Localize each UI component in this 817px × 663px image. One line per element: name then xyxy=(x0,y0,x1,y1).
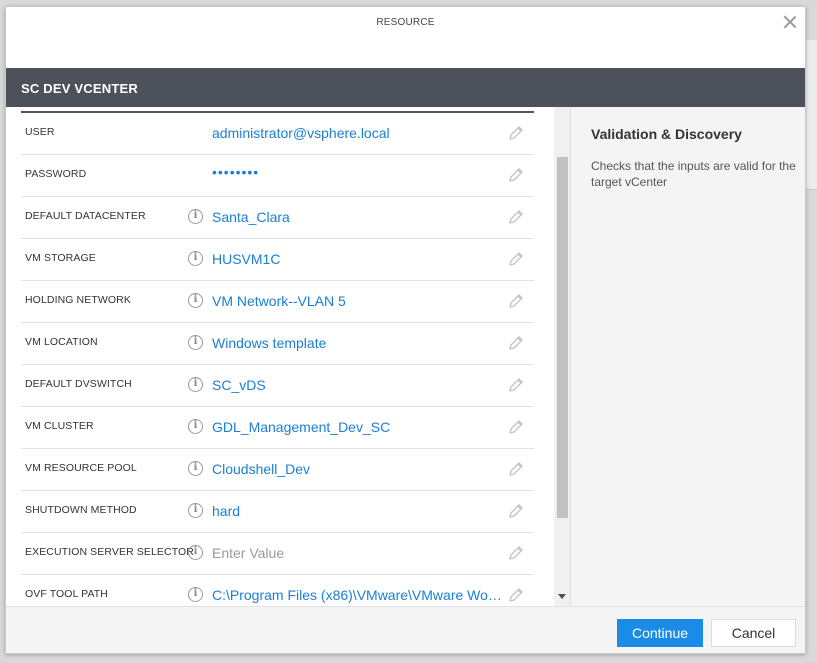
pencil-icon[interactable] xyxy=(507,208,525,226)
field-value[interactable]: HUSVM1C xyxy=(212,251,504,267)
info-icon[interactable]: i xyxy=(188,461,203,476)
pencil-icon[interactable] xyxy=(507,460,525,478)
pencil-icon[interactable] xyxy=(507,166,525,184)
field-row-vm-cluster: VM CLUSTER i GDL_Management_Dev_SC xyxy=(21,407,534,449)
field-value[interactable]: hard xyxy=(212,503,504,519)
info-icon[interactable]: i xyxy=(188,587,203,602)
info-icon[interactable]: i xyxy=(188,419,203,434)
field-label: VM CLUSTER xyxy=(25,420,94,432)
info-icon[interactable]: i xyxy=(188,293,203,308)
info-icon[interactable]: i xyxy=(188,251,203,266)
field-label: EXECUTION SERVER SELECTOR xyxy=(25,546,194,558)
field-row-vm-resource-pool: VM RESOURCE POOL i Cloudshell_Dev xyxy=(21,449,534,491)
field-row-default-datacenter: DEFAULT DATACENTER i Santa_Clara xyxy=(21,197,534,239)
pencil-icon[interactable] xyxy=(507,292,525,310)
dialog-footer: Continue Cancel xyxy=(6,606,805,653)
field-value[interactable]: Santa_Clara xyxy=(212,209,504,225)
field-row-ovf-tool-path: OVF TOOL PATH i C:\Program Files (x86)\VMw… xyxy=(21,575,534,606)
info-icon[interactable]: i xyxy=(188,377,203,392)
pencil-icon[interactable] xyxy=(507,124,525,142)
scrollbar-thumb[interactable] xyxy=(557,157,568,518)
field-value[interactable]: Enter Value xyxy=(212,545,504,561)
field-row-password: PASSWORD •••••••• xyxy=(21,155,534,197)
field-row-execution-server-selector: EXECUTION SERVER SELECTOR i Enter Value xyxy=(21,533,534,575)
field-value[interactable]: Windows template xyxy=(212,335,504,351)
attributes-form: USER administrator@vsphere.local PASSWORD •… xyxy=(6,107,570,606)
field-value[interactable]: C:\Program Files (x86)\VMware\VMware Wor… xyxy=(212,587,504,603)
pencil-icon[interactable] xyxy=(507,544,525,562)
continue-button[interactable]: Continue xyxy=(617,619,703,647)
help-description: Checks that the inputs are valid for the… xyxy=(591,159,796,189)
cancel-button[interactable]: Cancel xyxy=(711,619,796,647)
help-panel: Validation & Discovery Checks that the i… xyxy=(570,107,805,606)
background-page xyxy=(806,40,817,190)
field-row-vm-storage: VM STORAGE i HUSVM1C xyxy=(21,239,534,281)
field-label: PASSWORD xyxy=(25,168,87,180)
field-label: DEFAULT DATACENTER xyxy=(25,210,146,222)
help-title: Validation & Discovery xyxy=(591,126,742,142)
field-value[interactable]: VM Network--VLAN 5 xyxy=(212,293,504,309)
dialog-header: RESOURCE xyxy=(6,7,805,68)
field-value[interactable]: Cloudshell_Dev xyxy=(212,461,504,477)
field-label: VM LOCATION xyxy=(25,336,98,348)
field-label: VM STORAGE xyxy=(25,252,96,264)
dialog-title: RESOURCE xyxy=(376,17,435,28)
pencil-icon[interactable] xyxy=(507,334,525,352)
field-row-holding-network: HOLDING NETWORK i VM Network--VLAN 5 xyxy=(21,281,534,323)
pencil-icon[interactable] xyxy=(507,376,525,394)
field-label: DEFAULT DVSWITCH xyxy=(25,378,132,390)
pencil-icon[interactable] xyxy=(507,250,525,268)
section-header: SC DEV VCENTER xyxy=(6,68,805,107)
field-label: HOLDING NETWORK xyxy=(25,294,131,306)
info-icon[interactable]: i xyxy=(188,545,203,560)
field-row-default-dvswitch: DEFAULT DVSWITCH i SC_vDS xyxy=(21,365,534,407)
pencil-icon[interactable] xyxy=(507,418,525,436)
pencil-icon[interactable] xyxy=(507,586,525,604)
field-value[interactable]: administrator@vsphere.local xyxy=(212,125,504,141)
field-value[interactable]: GDL_Management_Dev_SC xyxy=(212,419,504,435)
info-icon[interactable]: i xyxy=(188,209,203,224)
field-label: USER xyxy=(25,126,55,138)
info-icon[interactable]: i xyxy=(188,503,203,518)
field-label: OVF TOOL PATH xyxy=(25,588,108,600)
field-value[interactable]: SC_vDS xyxy=(212,377,504,393)
field-row-vm-location: VM LOCATION i Windows template xyxy=(21,323,534,365)
close-icon[interactable] xyxy=(781,13,799,31)
field-row-user: USER administrator@vsphere.local xyxy=(21,113,534,155)
pencil-icon[interactable] xyxy=(507,502,525,520)
field-label: VM RESOURCE POOL xyxy=(25,462,137,474)
scroll-down-arrow-icon[interactable] xyxy=(558,594,566,599)
resource-dialog: RESOURCE SC DEV VCENTER USER administrato… xyxy=(5,6,806,654)
info-icon[interactable]: i xyxy=(188,335,203,350)
field-row-shutdown-method: SHUTDOWN METHOD i hard xyxy=(21,491,534,533)
resource-name: SC DEV VCENTER xyxy=(21,81,138,96)
field-label: SHUTDOWN METHOD xyxy=(25,504,137,516)
form-scrollbar[interactable] xyxy=(554,107,570,606)
field-value[interactable]: •••••••• xyxy=(212,164,504,180)
